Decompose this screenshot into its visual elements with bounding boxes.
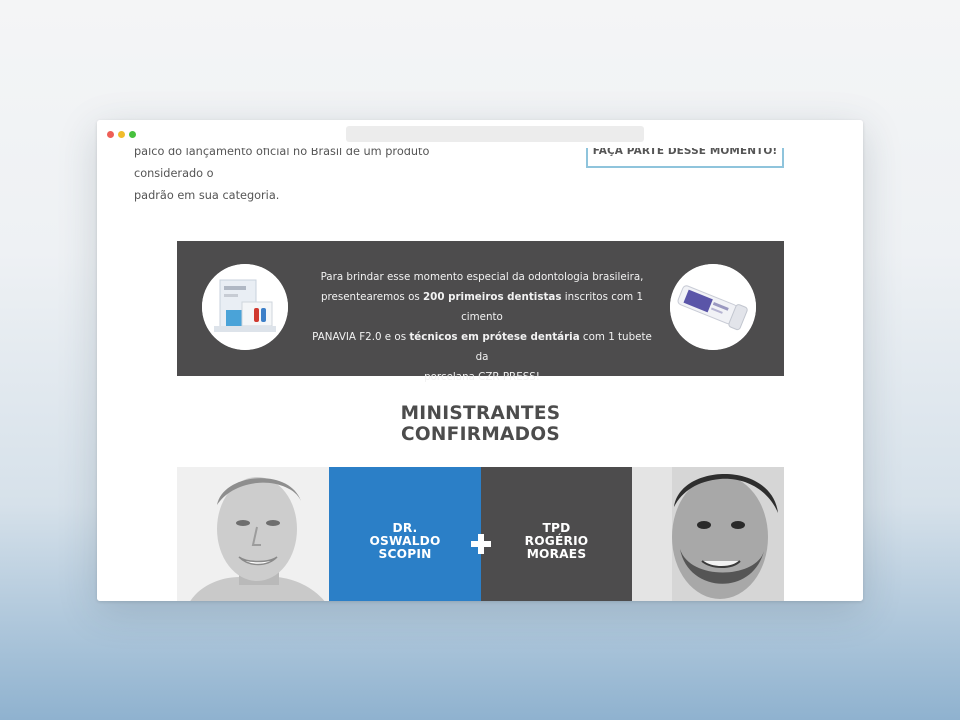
gift-description: Para brindar esse momento especial da od…: [307, 267, 657, 387]
gift-highlight-dentists: 200 primeiros dentistas: [423, 291, 562, 303]
intro-line-2: padrão em sua categoria.: [134, 189, 280, 202]
browser-window: palco do lançamento oficial no Brasil de…: [97, 120, 863, 601]
speaker-card-oswaldo[interactable]: DR. OSWALDO SCOPIN: [329, 467, 481, 601]
address-bar[interactable]: [346, 126, 644, 142]
speaker-2-last-name: MORAES: [526, 547, 587, 561]
section-title: MINISTRANTES CONFIRMADOS: [277, 403, 684, 445]
join-moment-button[interactable]: FAÇA PARTE DESSE MOMENTO!: [586, 148, 784, 168]
panavia-kit-image: [202, 264, 288, 350]
section-title-line-1: MINISTRANTES: [400, 403, 561, 424]
speaker-card-rogerio[interactable]: TPD ROGÉRIO MORAES: [481, 467, 632, 601]
intro-line-1: palco do lançamento oficial no Brasil de…: [134, 148, 430, 180]
gift-highlight-technicians: técnicos em prótese dentária: [409, 331, 580, 343]
gift-line-3: PANAVIA F2.0 e os técnicos em prótese de…: [307, 327, 657, 367]
title-bar: [97, 120, 863, 148]
speaker-1-last-name: SCOPIN: [378, 547, 432, 561]
gift-line-4: porcelana CZR PRESS!: [424, 371, 540, 383]
plus-icon: [471, 534, 491, 554]
porcelain-tube-icon: [670, 264, 756, 350]
speaker-photo-oswaldo: [177, 467, 329, 601]
speaker-name-rogerio: TPD ROGÉRIO MORAES: [481, 522, 632, 561]
product-kit-icon: [202, 264, 288, 350]
page-content: palco do lançamento oficial no Brasil de…: [97, 148, 863, 601]
minimize-window-dot[interactable]: [118, 131, 125, 138]
speakers-grid: DR. OSWALDO SCOPIN TPD ROGÉRIO MORAES: [177, 467, 784, 601]
gift-banner: Para brindar esse momento especial da od…: [177, 241, 784, 383]
portrait-rogerio-icon: [632, 467, 784, 601]
close-window-dot[interactable]: [107, 131, 114, 138]
gift-line-1: Para brindar esse momento especial da od…: [320, 271, 644, 283]
czr-press-tube-image: [670, 264, 756, 350]
gift-line-3-a: PANAVIA F2.0 e os: [312, 331, 410, 343]
section-title-line-2: CONFIRMADOS: [401, 424, 560, 445]
gift-line-2: presentearemos os 200 primeiros dentista…: [307, 287, 657, 327]
speaker-name-oswaldo: DR. OSWALDO SCOPIN: [329, 522, 481, 561]
gift-line-2-a: presentearemos os: [320, 291, 424, 303]
maximize-window-dot[interactable]: [129, 131, 136, 138]
intro-paragraph: palco do lançamento oficial no Brasil de…: [134, 148, 464, 207]
speaker-photo-rogerio: [632, 467, 784, 601]
portrait-oswaldo-icon: [177, 467, 329, 601]
